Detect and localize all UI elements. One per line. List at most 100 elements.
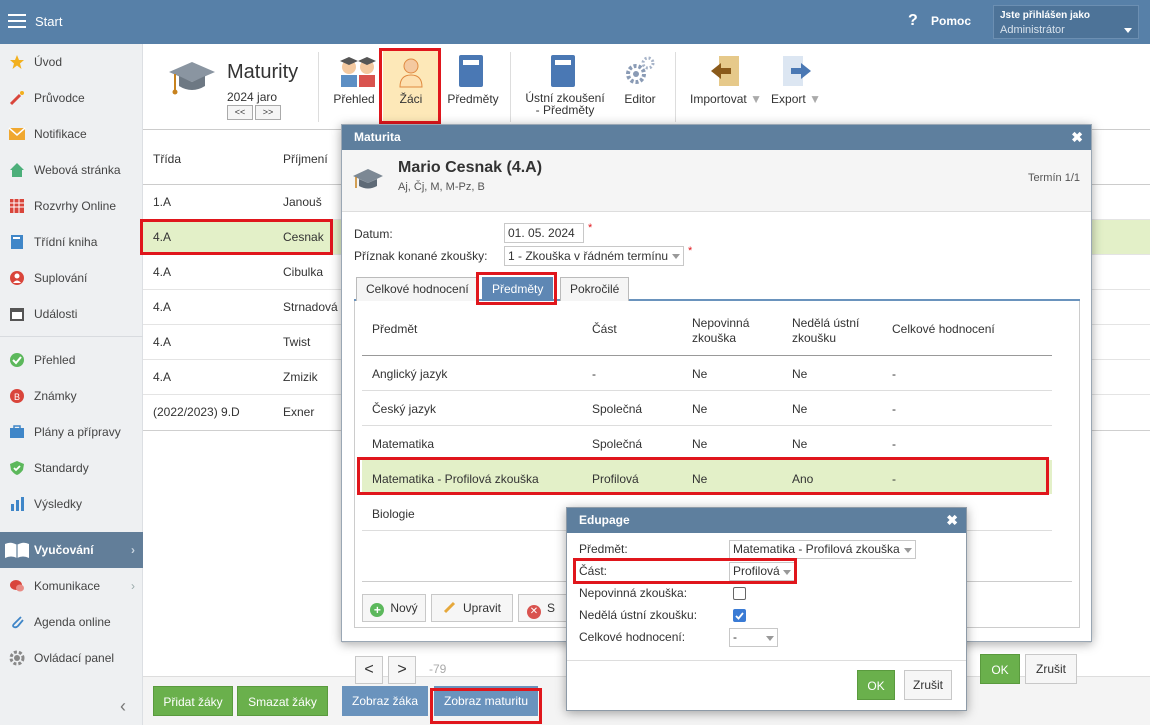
col-header-prijmeni[interactable]: Příjmení — [283, 152, 328, 166]
sidebar-item-notifikace[interactable]: Notifikace — [0, 116, 143, 152]
table-row-prijmeni[interactable]: Janouš — [283, 195, 322, 209]
table-row-prijmeni[interactable]: Zmizik — [283, 370, 318, 384]
sidebar-item-label: Vyučování — [34, 543, 94, 557]
sidebar-item-komunikace[interactable]: Komunikace › — [0, 568, 143, 604]
svg-text:B: B — [14, 392, 20, 402]
next-period-button[interactable]: >> — [255, 105, 281, 120]
pridat-zaky-button[interactable]: Přidat žáky — [153, 686, 233, 716]
sidebar-item-uvod[interactable]: Úvod — [0, 44, 143, 80]
col-header-nedela[interactable]: Nedělá ústní zkoušku — [792, 316, 859, 346]
sidebar-item-webova-stranka[interactable]: Webová stránka — [0, 152, 143, 188]
table-row-celkove[interactable]: - — [892, 402, 896, 416]
nepovinna-checkbox[interactable] — [733, 587, 746, 600]
collapse-sidebar-icon[interactable]: ‹ — [120, 696, 126, 717]
predmet-select[interactable]: Matematika - Profilová zkouška — [729, 540, 916, 559]
login-box[interactable]: Jste přihlášen jako Administrátor — [993, 5, 1139, 39]
sidebar-item-label: Průvodce — [34, 91, 85, 105]
sidebar-item-suplovani[interactable]: Suplování — [0, 260, 143, 296]
table-row-nedela[interactable]: Ne — [792, 367, 807, 381]
predmety-button[interactable]: Předměty — [445, 50, 501, 124]
priznak-label: Příznak konané zkoušky: — [354, 249, 488, 263]
table-row-cast[interactable]: - — [592, 367, 596, 381]
sidebar-item-vysledky[interactable]: Výsledky — [0, 486, 143, 522]
calendar-icon — [8, 305, 26, 323]
table-row-trida[interactable]: 4.A — [153, 265, 171, 279]
sidebar-item-standardy[interactable]: Standardy — [0, 450, 143, 486]
delete-icon: ✕ — [527, 605, 541, 619]
nedela-checkbox[interactable] — [733, 609, 746, 622]
smazat-button[interactable]: ✕ S — [518, 594, 568, 622]
table-row-prijmeni[interactable]: Twist — [283, 335, 310, 349]
sidebar-item-prehled[interactable]: Přehled — [0, 342, 143, 378]
check-circle-icon — [8, 351, 26, 369]
table-row-trida[interactable]: 1.A — [153, 195, 171, 209]
upravit-button[interactable]: Upravit — [431, 594, 513, 622]
priznak-select[interactable]: 1 - Zkouška v řádném termínu — [504, 246, 684, 266]
table-row-trida[interactable]: 4.A — [153, 370, 171, 384]
col-header-nepovinna[interactable]: Nepovinná zkouška — [692, 316, 749, 346]
table-row-prijmeni[interactable]: Cibulka — [283, 265, 323, 279]
sidebar-item-rozvrhy[interactable]: Rozvrhy Online — [0, 188, 143, 224]
sidebar-item-vyucovani[interactable]: Vyučování › — [0, 532, 143, 568]
datum-input[interactable]: 01. 05. 2024 — [504, 223, 584, 243]
sidebar-item-ovladaci-panel[interactable]: Ovládací panel — [0, 640, 143, 676]
close-icon[interactable]: ✖ — [946, 508, 958, 533]
smazat-zaky-button[interactable]: Smazat žáky — [237, 686, 328, 716]
zobraz-zaka-button[interactable]: Zobraz žáka — [342, 686, 428, 716]
login-user: Administrátor — [1000, 24, 1065, 36]
table-row-prijmeni[interactable]: Exner — [283, 405, 314, 419]
table-row-predmet[interactable]: Biologie — [372, 507, 415, 521]
help-icon[interactable]: ? — [908, 12, 918, 30]
col-header-predmet[interactable]: Předmět — [372, 322, 417, 336]
table-row-cast[interactable]: Společná — [592, 437, 642, 451]
col-header-cast[interactable]: Část — [592, 322, 617, 336]
col-header-celkove[interactable]: Celkové hodnocení — [892, 322, 995, 336]
table-row-predmet[interactable]: Anglický jazyk — [372, 367, 447, 381]
editor-button[interactable]: Editor — [615, 50, 665, 124]
table-row-nedela[interactable]: Ne — [792, 437, 807, 451]
modal-zrusit-button[interactable]: Zrušit — [1025, 654, 1077, 684]
table-row-nepovinna[interactable]: Ne — [692, 437, 707, 451]
sidebar-item-agenda[interactable]: Agenda online — [0, 604, 143, 640]
col-header-trida[interactable]: Třída — [153, 152, 181, 166]
prev-period-button[interactable]: << — [227, 105, 253, 120]
prev-student-button[interactable]: < — [355, 656, 383, 684]
table-row-trida[interactable]: (2022/2023) 9.D — [153, 405, 240, 419]
table-row-cast[interactable]: Společná — [592, 402, 642, 416]
sidebar-item-tridni-kniha[interactable]: Třídní kniha — [0, 224, 143, 260]
sidebar-item-label: Rozvrhy Online — [34, 199, 117, 213]
table-row-celkove[interactable]: - — [892, 437, 896, 451]
next-student-button[interactable]: > — [388, 656, 416, 684]
sidebar-item-label: Notifikace — [34, 127, 87, 141]
help-link[interactable]: Pomoc — [931, 14, 971, 28]
sidebar-item-udalosti[interactable]: Události — [0, 296, 143, 332]
export-button[interactable]: Export ▼ — [768, 50, 824, 124]
table-row-predmet[interactable]: Český jazyk — [372, 402, 436, 416]
hamburger-menu-icon[interactable] — [8, 13, 26, 29]
table-row-prijmeni[interactable]: Strnadová — [283, 300, 340, 314]
table-row-trida[interactable]: 4.A — [153, 335, 171, 349]
table-row-nepovinna[interactable]: Ne — [692, 402, 707, 416]
sidebar-item-pruvodce[interactable]: Průvodce — [0, 80, 143, 116]
close-icon[interactable]: ✖ — [1071, 125, 1083, 150]
importovat-button[interactable]: Importovat ▼ — [686, 50, 766, 124]
celkove-select[interactable]: - — [729, 628, 778, 647]
sidebar-item-znamky[interactable]: B Známky — [0, 378, 143, 414]
dialog-zrusit-button[interactable]: Zrušit — [904, 670, 952, 700]
tab-celkove-hodnoceni[interactable]: Celkové hodnocení — [356, 277, 479, 301]
ustni-zkouseni-button[interactable]: Ústní zkoušení - Předměty — [521, 50, 609, 124]
dialog-ok-button[interactable]: OK — [857, 670, 895, 700]
prehled-button[interactable]: Přehled — [329, 50, 379, 124]
table-row-nedela[interactable]: Ne — [792, 402, 807, 416]
sidebar-item-label: Ovládací panel — [34, 651, 115, 665]
novy-button[interactable]: + Nový — [362, 594, 426, 622]
table-row-predmet[interactable]: Matematika — [372, 437, 434, 451]
start-menu-label[interactable]: Start — [35, 14, 62, 29]
sidebar-item-plany[interactable]: Plány a přípravy — [0, 414, 143, 450]
modal-ok-button[interactable]: OK — [980, 654, 1020, 684]
editor-label: Editor — [624, 92, 656, 106]
table-row-celkove[interactable]: - — [892, 367, 896, 381]
tab-pokrocile[interactable]: Pokročilé — [560, 277, 630, 301]
table-row-trida[interactable]: 4.A — [153, 300, 171, 314]
table-row-nepovinna[interactable]: Ne — [692, 367, 707, 381]
